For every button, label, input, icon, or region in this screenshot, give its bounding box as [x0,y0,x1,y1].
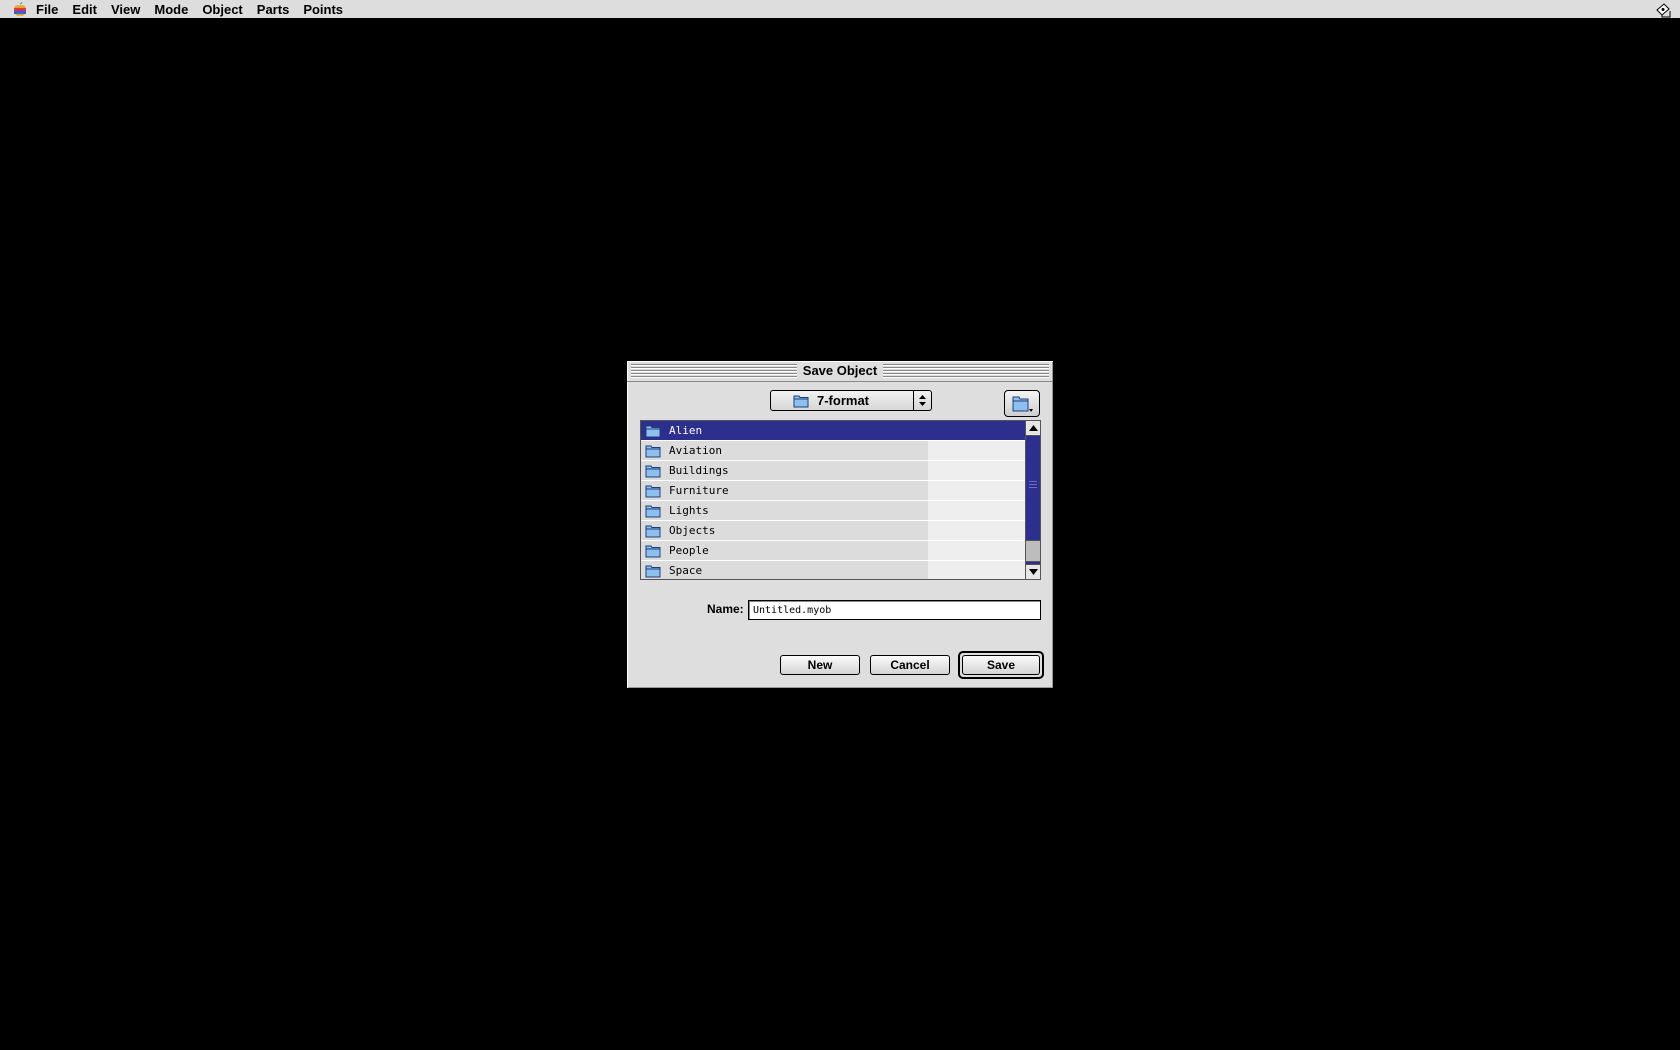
scroll-down-arrow-icon[interactable] [1026,564,1040,579]
file-list-item[interactable]: Aviation [641,441,1025,461]
title-separator [627,381,1053,382]
file-list-item[interactable]: Objects [641,521,1025,541]
up-down-arrows-icon [913,391,931,410]
menu-file[interactable]: File [29,0,65,19]
file-list-item[interactable]: People [641,541,1025,561]
name-label: Name: [707,602,744,616]
save-button[interactable]: Save [962,655,1040,675]
folder-shortcut-icon [1012,396,1033,412]
menu-view[interactable]: View [104,0,147,19]
shortcuts-button[interactable] [1004,390,1040,417]
file-list-item-label: Furniture [669,484,729,497]
application-menu-icon[interactable] [1654,1,1672,18]
cancel-button[interactable]: Cancel [870,655,950,675]
file-list-item[interactable]: Lights [641,501,1025,521]
menu-points[interactable]: Points [296,0,350,19]
file-list-rows: Alien Aviation Buildings Furniture Lights Obj… [641,421,1025,579]
file-list-item-label: Lights [669,504,709,517]
dialog-title: Save Object [796,363,884,379]
folder-icon [645,505,661,517]
file-list-item[interactable]: Space [641,561,1025,579]
menu-mode[interactable]: Mode [147,0,195,19]
file-list-item-label: Space [669,564,703,577]
menu-parts[interactable]: Parts [250,0,297,19]
file-list-item-label: Buildings [669,464,729,477]
folder-icon [645,465,661,477]
file-list-scrollbar[interactable] [1025,421,1040,579]
save-button-default-ring: Save [958,651,1044,679]
file-list-item[interactable]: Buildings [641,461,1025,481]
menu-bar: File Edit View Mode Object Parts Points [0,0,1680,19]
apple-menu-icon[interactable] [10,0,29,19]
scrollbar-thumb[interactable] [1026,540,1040,562]
folder-icon [645,545,661,557]
file-list-item-label: Objects [669,524,716,537]
scrollbar-grip [1029,481,1037,489]
menu-edit[interactable]: Edit [65,0,104,19]
dialog-titlebar[interactable]: Save Object [631,363,1049,379]
folder-icon [793,395,809,407]
menu-object[interactable]: Object [195,0,249,19]
file-list-item[interactable]: Furniture [641,481,1025,501]
file-list-item-label: Alien [669,424,703,437]
file-list-item-label: People [669,544,709,557]
file-name-input[interactable] [748,600,1041,620]
folder-icon [645,485,661,497]
file-list: Alien Aviation Buildings Furniture Lights Obj… [640,420,1041,580]
folder-popup[interactable]: 7-format [770,390,932,411]
folder-icon [645,425,661,437]
scroll-up-arrow-icon[interactable] [1026,421,1040,436]
file-list-item-label: Aviation [669,444,722,457]
file-list-item[interactable]: Alien [641,421,1025,441]
save-object-dialog: Save Object 7-format Alien Aviation Buildi… [626,360,1054,689]
folder-icon [645,445,661,457]
folder-icon [645,525,661,537]
folder-popup-label: 7-format [817,393,870,408]
new-button[interactable]: New [780,655,860,675]
folder-icon [645,565,661,577]
